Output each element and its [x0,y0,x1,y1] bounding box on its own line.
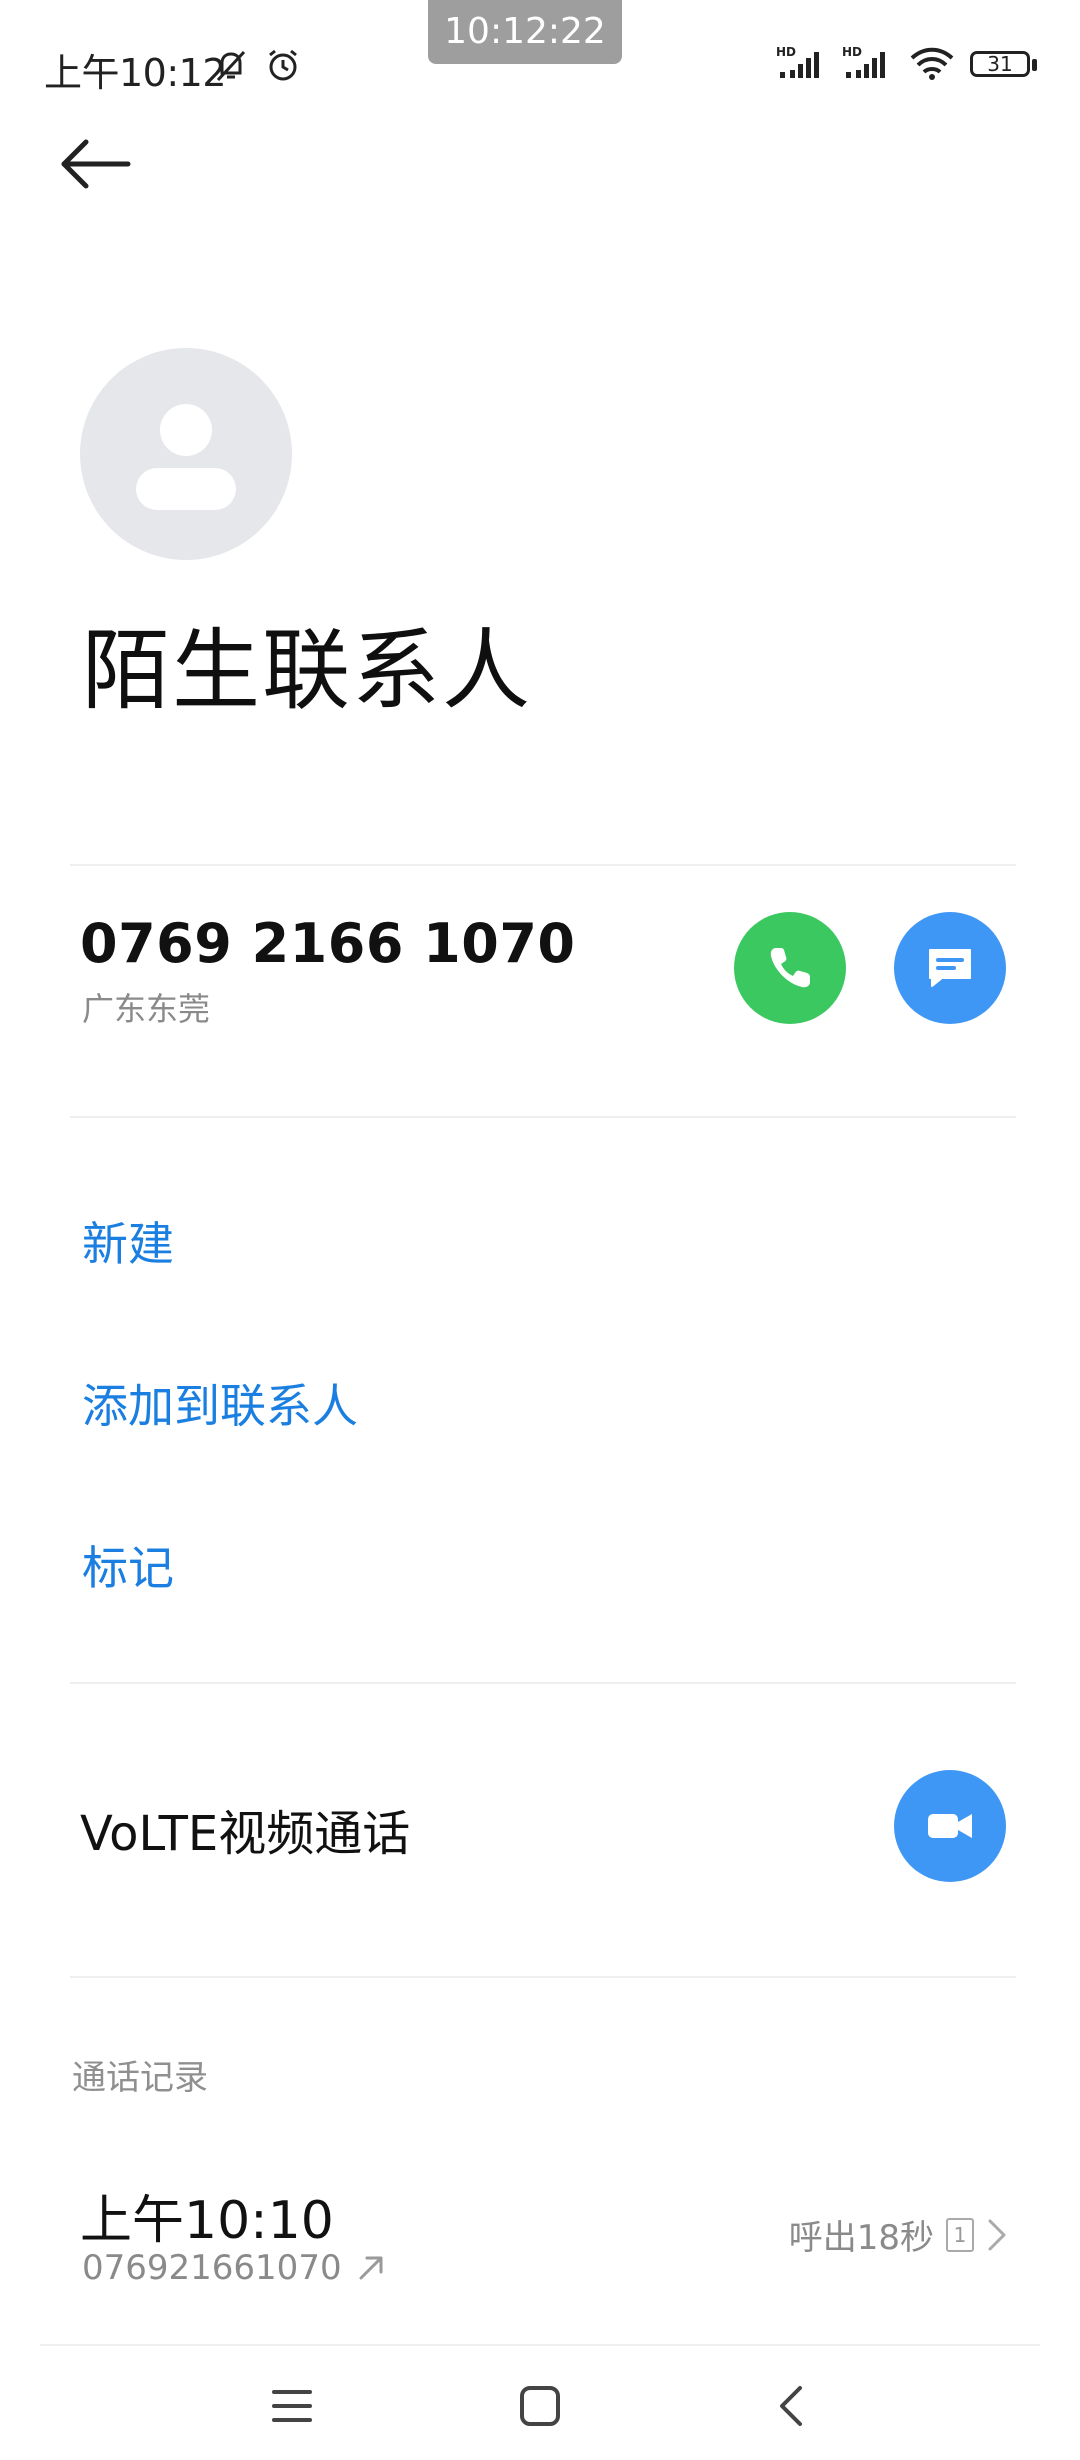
mark-link[interactable]: 标记 [82,1532,174,1598]
divider [70,1116,1016,1118]
phone-icon [770,948,810,988]
chevron-left-icon [780,2386,802,2426]
outgoing-call-icon [359,2256,383,2280]
signal-hd-2-icon: HD [842,44,894,86]
recents-button[interactable] [262,2376,322,2436]
sim-card-badge: 1 [946,2217,974,2252]
back-button[interactable] [58,136,134,192]
home-button[interactable] [510,2376,570,2436]
add-to-contacts-link[interactable]: 添加到联系人 [82,1370,358,1436]
home-square-icon [520,2386,560,2426]
system-back-button[interactable] [762,2376,822,2436]
menu-icon [272,2390,312,2422]
chevron-right-icon [988,2219,1006,2250]
divider [70,1976,1016,1978]
call-button[interactable] [734,912,846,1024]
wifi-icon [908,44,956,86]
svg-text:HD: HD [842,45,862,59]
message-button[interactable] [894,912,1006,1024]
battery-level: 31 [987,52,1013,76]
video-camera-icon [928,1814,972,1838]
call-log-status: 呼出18秒 [788,2218,934,2258]
battery-icon: 31 [970,48,1040,82]
signal-hd-1-icon: HD [776,44,828,86]
divider [70,1682,1016,1684]
alarm-icon [264,46,302,88]
message-icon [929,949,971,987]
call-log-status-row[interactable]: 呼出18秒 1 [789,2210,1008,2259]
volte-video-call-label[interactable]: VoLTE视频通话 [80,1794,410,1864]
call-log-title: 通话记录 [72,2058,208,2098]
status-icons-left [212,46,302,88]
phone-location: 广东东莞 [82,990,211,1028]
divider [70,864,1016,866]
new-contact-link[interactable]: 新建 [82,1208,174,1274]
call-log-time[interactable]: 上午10:10 [80,2178,334,2253]
screen-recorder-clock: 10:12:22 [428,0,622,64]
avatar [80,348,292,560]
mute-bell-icon [212,46,250,88]
video-call-button[interactable] [894,1770,1006,1882]
person-placeholder-icon [136,404,236,510]
back-arrow-icon [61,139,131,189]
contact-name: 陌生联系人 [82,619,533,722]
phone-number[interactable]: 0769 2166 1070 [80,912,575,975]
call-log-number-row: 076921661070 [82,2248,386,2288]
status-time: 上午10:12 [44,51,227,95]
status-icons-right: HD HD 31 [776,44,1040,86]
call-log-number: 076921661070 [82,2248,342,2288]
svg-text:HD: HD [776,45,796,59]
